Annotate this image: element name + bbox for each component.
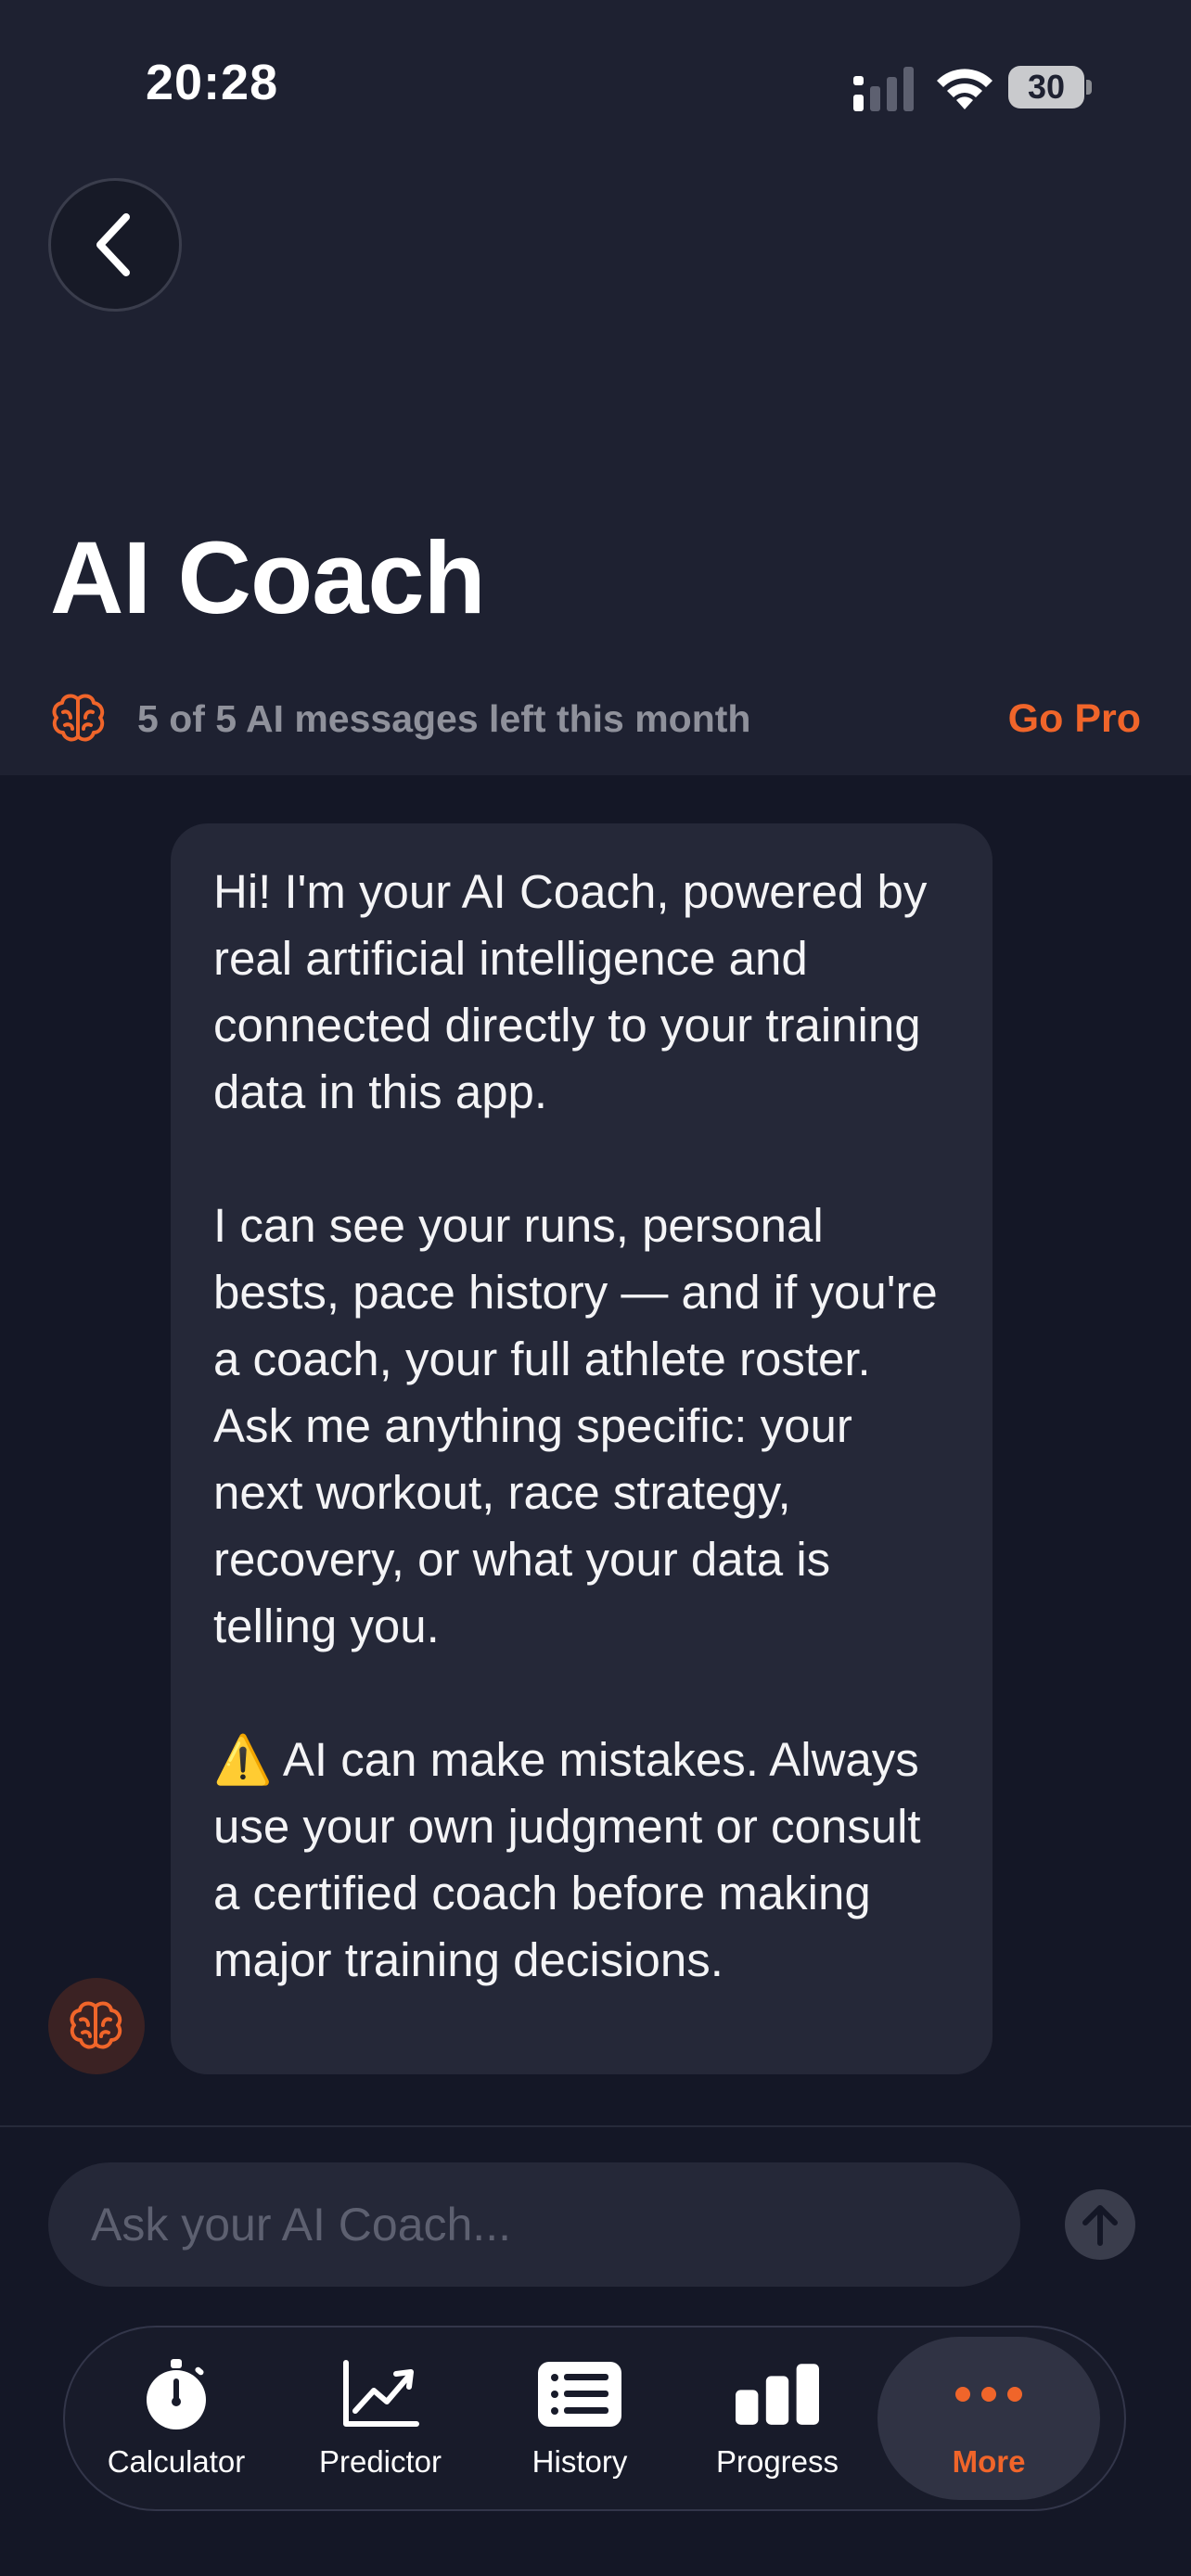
trend-chart-icon <box>343 2360 419 2427</box>
tab-label: History <box>531 2444 628 2479</box>
ai-message-bubble: Hi! I'm your AI Coach, powered by real a… <box>171 823 992 2074</box>
composer-divider <box>0 2125 1191 2127</box>
battery-indicator: 30 <box>1008 66 1084 108</box>
tab-bar: Calculator Predictor History Progress Mo… <box>63 2326 1126 2511</box>
tab-predictor[interactable]: Predictor <box>278 2337 482 2500</box>
brain-icon <box>52 694 105 742</box>
go-pro-link[interactable]: Go Pro <box>1008 696 1141 742</box>
brain-icon <box>70 2001 122 2049</box>
message-paragraph: ⚠️ AI can make mistakes. Always use your… <box>213 1733 921 1986</box>
tab-label: More <box>952 2444 1026 2479</box>
message-input-container[interactable] <box>48 2162 1020 2287</box>
bar-chart-icon <box>736 2364 819 2425</box>
chevron-left-icon <box>96 213 130 276</box>
tab-more[interactable]: More <box>877 2337 1100 2500</box>
wifi-icon <box>937 69 992 109</box>
ai-coach-screen: 20:28 30 AI Coach 5 of 5 AI messages lef… <box>0 0 1191 2576</box>
battery-tip <box>1086 80 1092 95</box>
tab-label: Predictor <box>318 2444 442 2479</box>
list-icon <box>538 2362 621 2427</box>
stopwatch-icon <box>147 2359 206 2429</box>
coach-avatar <box>48 1978 145 2074</box>
message-input[interactable] <box>91 2198 1020 2251</box>
send-button[interactable] <box>1065 2189 1135 2260</box>
quota-text: 5 of 5 AI messages left this month <box>137 696 751 740</box>
header: 20:28 30 AI Coach 5 of 5 AI messages lef… <box>0 0 1191 775</box>
page-title: AI Coach <box>50 521 486 635</box>
more-dots-icon <box>955 2387 1022 2402</box>
message-paragraph: Hi! I'm your AI Coach, powered by real a… <box>213 865 928 1118</box>
tab-calculator[interactable]: Calculator <box>74 2337 278 2500</box>
arrow-up-icon <box>1082 2205 1118 2246</box>
tab-label: Calculator <box>107 2444 246 2479</box>
back-button[interactable] <box>48 178 182 312</box>
quota-row: 5 of 5 AI messages left this month Go Pr… <box>50 686 1141 751</box>
tab-progress[interactable]: Progress <box>677 2337 877 2500</box>
tab-label: Progress <box>715 2444 839 2479</box>
status-time: 20:28 <box>146 55 279 110</box>
message-paragraph: I can see your runs, personal bests, pac… <box>213 1199 938 1652</box>
cellular-signal-icon <box>853 67 914 111</box>
tab-history[interactable]: History <box>482 2337 677 2500</box>
